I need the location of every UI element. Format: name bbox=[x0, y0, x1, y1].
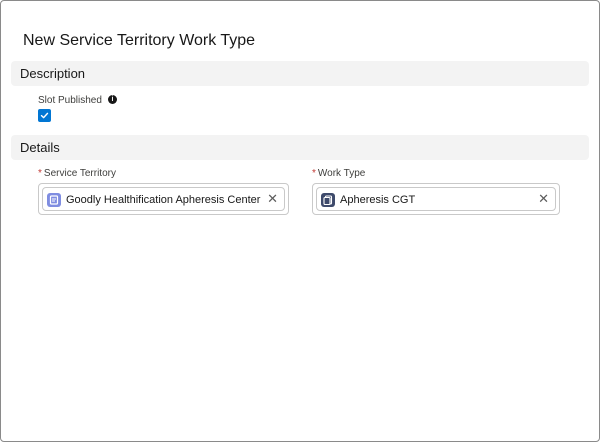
work-type-label: Work Type bbox=[317, 168, 366, 179]
remove-service-territory-close-icon[interactable]: ✕ bbox=[267, 192, 278, 206]
required-indicator: * bbox=[38, 168, 42, 179]
info-icon[interactable]: i bbox=[108, 95, 117, 104]
service-territory-pill[interactable]: Goodly Healthification Apheresis Center … bbox=[42, 187, 285, 211]
work-type-label-wrap: * Work Type bbox=[312, 168, 365, 179]
new-record-modal: New Service Territory Work Type Descript… bbox=[0, 0, 600, 442]
checkmark-icon bbox=[40, 112, 49, 119]
section-header-details[interactable]: Details bbox=[11, 135, 589, 160]
service-territory-label: Service Territory bbox=[43, 168, 116, 179]
required-indicator: * bbox=[312, 168, 316, 179]
work-type-lookup[interactable]: Apheresis CGT ✕ bbox=[312, 183, 560, 215]
service-territory-label-wrap: * Service Territory bbox=[38, 168, 116, 179]
section-header-description[interactable]: Description bbox=[11, 61, 589, 86]
service-territory-icon bbox=[47, 193, 61, 207]
work-type-pill[interactable]: Apheresis CGT ✕ bbox=[316, 187, 556, 211]
remove-work-type-close-icon[interactable]: ✕ bbox=[538, 192, 549, 206]
work-type-value: Apheresis CGT bbox=[340, 194, 416, 206]
slot-published-checkbox[interactable] bbox=[38, 109, 51, 122]
work-type-icon bbox=[321, 193, 335, 207]
slot-published-label: Slot Published bbox=[38, 95, 102, 106]
section-title-details: Details bbox=[20, 140, 60, 155]
service-territory-lookup[interactable]: Goodly Healthification Apheresis Center … bbox=[38, 183, 289, 215]
section-title-description: Description bbox=[20, 66, 86, 81]
modal-title: New Service Territory Work Type bbox=[23, 32, 256, 49]
service-territory-value: Goodly Healthification Apheresis Center bbox=[66, 194, 261, 206]
